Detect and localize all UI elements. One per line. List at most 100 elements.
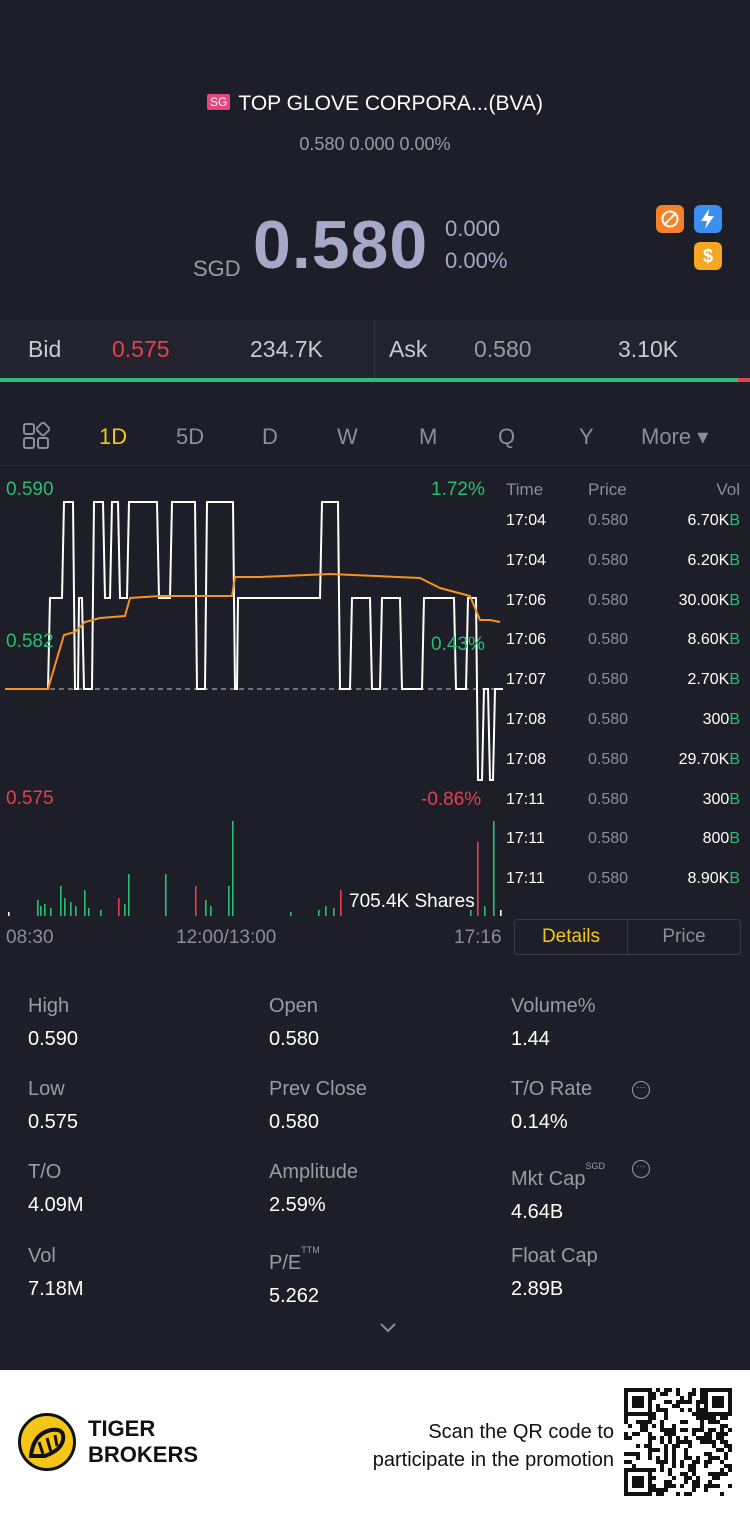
stat-vol: Vol 7.18M [28, 1245, 84, 1300]
tick-time: 17:11 [506, 870, 545, 888]
ask-label: Ask [389, 336, 428, 362]
flash-icon[interactable] [694, 205, 722, 233]
tick-time: 17:06 [506, 631, 547, 649]
stock-title-row[interactable]: SG TOP GLOVE CORPORA...(BVA) [0, 92, 750, 116]
no-short-icon[interactable] [656, 205, 684, 233]
time-axis-mid: 12:00/13:00 [176, 927, 277, 948]
volume-bar [100, 910, 102, 916]
tick-volume: 29.70KB [678, 750, 740, 768]
volume-bar [340, 890, 342, 916]
tick-price: 0.580 [588, 551, 629, 569]
mkt-cap-info-icon[interactable]: ··· [632, 1160, 650, 1178]
tab-y[interactable]: Y [579, 424, 594, 450]
volume-bar [40, 906, 42, 916]
tick-volume: 300B [702, 790, 740, 808]
tick-row: 17:11 0.580 300B [502, 791, 750, 831]
tick-time: 17:08 [506, 710, 547, 728]
volume-bar [37, 900, 39, 916]
stat-high: High 0.590 [28, 995, 79, 1050]
tick-time: 17:11 [506, 790, 545, 808]
stock-title: TOP GLOVE CORPORA...(BVA) [238, 92, 543, 115]
stat-volume-pct: Volume% 1.44 [511, 995, 596, 1050]
tab-q[interactable]: Q [498, 424, 515, 450]
time-and-sales: Time Price Vol 17:04 0.580 6.70KB 17:04 0.58… [502, 480, 750, 910]
time-axis-end: 17:16 [454, 927, 502, 948]
stat-mkt-cap: Mkt CapSGD 4.64B [511, 1161, 605, 1223]
tick-row: 17:11 0.580 800B [502, 830, 750, 870]
stat-pe: P/ETTM 5.262 [269, 1245, 320, 1307]
volume-bar [70, 902, 72, 916]
tick-volume: 6.20KB [687, 551, 740, 569]
tab-more[interactable]: More ▾ [641, 424, 708, 450]
brand-name: TIGER BROKERS [88, 1416, 199, 1467]
volume-bar [44, 904, 46, 916]
volume-bar [8, 912, 10, 916]
mkt-cap-currency: SGD [585, 1161, 605, 1171]
layout-grid-icon[interactable] [22, 422, 50, 450]
currency-label: SGD [193, 256, 241, 281]
volume-bar [228, 886, 230, 916]
chevron-down-icon[interactable] [378, 1318, 398, 1338]
price-button[interactable]: Price [628, 920, 740, 954]
tick-price: 0.580 [588, 830, 629, 848]
intraday-chart[interactable] [0, 470, 505, 920]
tick-time: 17:08 [506, 750, 547, 768]
tick-volume: 2.70KB [687, 671, 740, 689]
tab-m[interactable]: M [419, 424, 437, 450]
bid-size: 234.7K [250, 336, 323, 362]
tick-price: 0.580 [588, 512, 629, 529]
tick-row: 17:11 0.580 8.90KB [502, 870, 750, 910]
volume-bar [232, 821, 234, 916]
tick-row: 17:08 0.580 300B [502, 711, 750, 751]
details-button[interactable]: Details [515, 920, 628, 954]
price-line [5, 501, 503, 781]
quote-header: SG TOP GLOVE CORPORA...(BVA) 0.580 0.000 … [0, 0, 750, 318]
volume-bar [165, 874, 167, 916]
stat-open: Open 0.580 [269, 995, 320, 1050]
tab-d[interactable]: D [262, 424, 278, 450]
price-axis-low: 0.575 [6, 788, 54, 809]
tick-row: 17:06 0.580 30.00KB [502, 592, 750, 632]
volume-bar [205, 900, 207, 916]
qr-code-icon[interactable] [624, 1388, 732, 1496]
volume-bar [325, 906, 327, 916]
volume-bar [484, 906, 486, 916]
pct-axis-low: -0.86% [421, 789, 482, 810]
volume-bar [50, 908, 52, 916]
stat-float-cap: Float Cap 2.89B [511, 1245, 598, 1300]
tick-row: 17:04 0.580 6.70KB [502, 512, 750, 552]
time-axis-start: 08:30 [6, 927, 54, 948]
promo-text: Scan the QR code to participate in the p… [372, 1421, 614, 1471]
volume-bar [333, 908, 335, 916]
tick-volume: 8.60KB [687, 631, 740, 649]
details-price-toggle: Details Price [514, 919, 741, 955]
tick-price: 0.580 [588, 870, 629, 888]
tick-price: 0.580 [588, 710, 629, 728]
stat-prev-close: Prev Close 0.580 [269, 1078, 367, 1133]
volume-bar [75, 906, 77, 916]
volume-bar [84, 890, 86, 916]
price-change: 0.000 [445, 216, 501, 241]
stat-to-rate: T/O Rate 0.14% [511, 1078, 593, 1133]
ask-size: 3.10K [618, 336, 679, 362]
tick-volume: 30.00KB [678, 591, 740, 609]
tick-volume: 300B [702, 710, 740, 728]
volume-bar [64, 898, 66, 916]
period-tabs: 1D 5D D W M Q Y More ▾ [0, 404, 750, 466]
volume-bar [290, 912, 292, 916]
to-rate-info-icon[interactable]: ··· [632, 1081, 650, 1099]
stat-to: T/O 4.09M [28, 1161, 84, 1216]
tab-1d[interactable]: 1D [99, 424, 127, 450]
tab-5d[interactable]: 5D [176, 424, 204, 450]
tick-volume: 800B [702, 830, 740, 848]
bid-price: 0.575 [112, 336, 170, 362]
tick-col-vol: Vol [716, 480, 740, 499]
tick-row: 17:04 0.580 6.20KB [502, 552, 750, 592]
tick-row: 17:07 0.580 2.70KB [502, 671, 750, 711]
tick-time: 17:07 [506, 671, 547, 689]
volume-bar [88, 908, 90, 916]
tick-col-time: Time [506, 480, 544, 499]
dollar-icon[interactable]: $ [694, 242, 722, 270]
tick-time: 17:11 [506, 830, 545, 848]
tab-w[interactable]: W [337, 424, 358, 450]
